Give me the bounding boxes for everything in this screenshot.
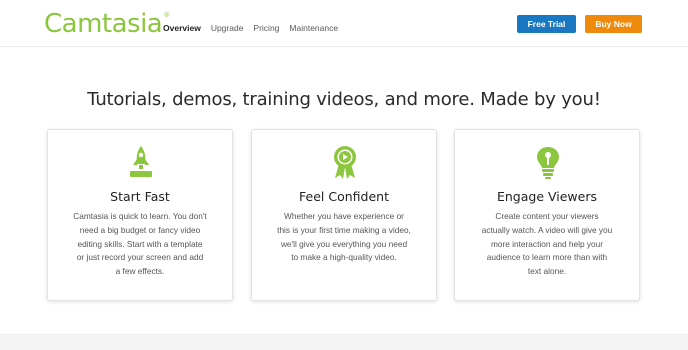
card-description: Whether you have experience or this is y… [277,211,411,263]
award-ribbon-icon [252,144,438,180]
camtasia-logo[interactable]: Camtasia ® [44,9,170,39]
card-title: Engage Viewers [496,189,598,204]
nav-upgrade[interactable]: Upgrade [211,23,244,33]
nav-overview[interactable]: Overview [163,23,201,33]
top-header: Camtasia ® Overview Upgrade Pricing Main… [0,0,688,47]
lightbulb-icon [455,144,641,180]
main-nav: Overview Upgrade Pricing Maintenance [163,23,338,33]
logo-text: Camtasia [44,9,163,39]
buy-now-button[interactable]: Buy Now [585,15,642,33]
rocket-icon [48,144,234,180]
feature-card-feel-confident: Feel Confident Whether you have experien… [251,129,437,301]
footer-strip [0,334,688,350]
card-description: Camtasia is quick to learn. You don't ne… [73,211,207,277]
registered-mark: ® [163,11,170,19]
page-headline: Tutorials, demos, training videos, and m… [87,89,601,111]
card-title: Feel Confident [299,189,389,204]
free-trial-button[interactable]: Free Trial [517,15,576,33]
feature-card-start-fast: Start Fast Camtasia is quick to learn. Y… [47,129,233,301]
nav-maintenance[interactable]: Maintenance [289,23,338,33]
card-description: Create content your viewers actually wat… [481,211,613,277]
feature-card-engage-viewers: Engage Viewers Create content your viewe… [454,129,640,301]
nav-pricing[interactable]: Pricing [253,23,279,33]
card-title: Start Fast [110,189,170,204]
page: Camtasia ® Overview Upgrade Pricing Main… [0,0,688,350]
